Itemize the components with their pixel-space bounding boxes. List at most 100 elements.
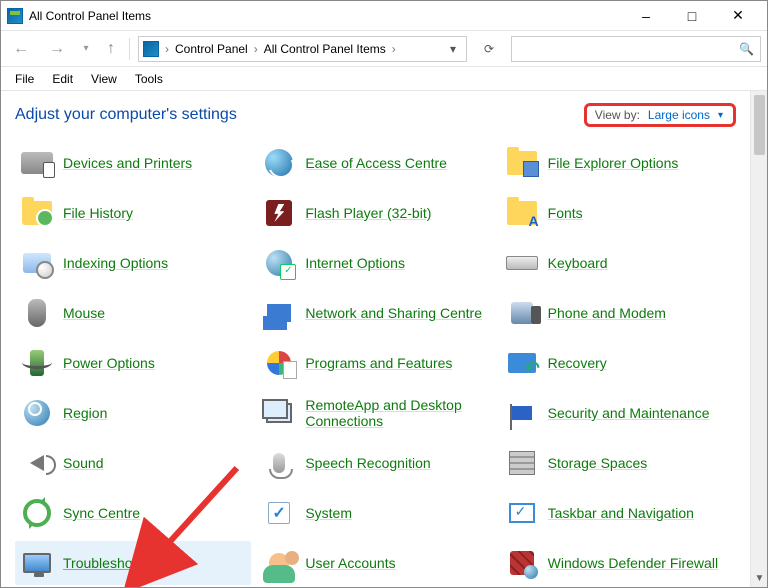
control-panel-icon	[143, 41, 159, 57]
cp-item-file-history[interactable]: File History	[15, 191, 251, 235]
breadcrumb-control-panel[interactable]: Control Panel	[175, 42, 248, 56]
cp-item-label: Taskbar and Navigation	[548, 505, 694, 521]
storage-spaces-icon	[506, 447, 538, 479]
cp-item-label: Storage Spaces	[548, 455, 648, 471]
content-area: Adjust your computer's settings View by:…	[1, 91, 767, 587]
cp-item-sync-centre[interactable]: Sync Centre	[15, 491, 251, 535]
cp-item-storage-spaces[interactable]: Storage Spaces	[500, 441, 736, 485]
address-bar[interactable]: › Control Panel › All Control Panel Item…	[138, 36, 467, 62]
internet-options-icon	[263, 247, 295, 279]
menu-bar: File Edit View Tools	[1, 67, 767, 91]
menu-file[interactable]: File	[7, 70, 42, 88]
up-button[interactable]: ↑	[101, 35, 121, 63]
scroll-thumb[interactable]	[754, 95, 765, 155]
sound-icon	[21, 447, 53, 479]
cp-item-speech[interactable]: Speech Recognition	[257, 441, 493, 485]
cp-item-indexing-options[interactable]: Indexing Options	[15, 241, 251, 285]
address-dropdown[interactable]: ▾	[444, 42, 462, 56]
cp-item-sound[interactable]: Sound	[15, 441, 251, 485]
cp-item-label: RemoteApp and Desktop Connections	[305, 397, 487, 429]
cp-item-label: Power Options	[63, 355, 155, 371]
scroll-down-button[interactable]: ▼	[751, 570, 768, 587]
cp-item-label: Sync Centre	[63, 505, 140, 521]
cp-item-label: Network and Sharing Centre	[305, 305, 482, 321]
search-input[interactable]: 🔍	[511, 36, 761, 62]
back-button[interactable]: ←	[7, 35, 35, 63]
cp-item-troubleshooting[interactable]: Troubleshooting	[15, 541, 251, 585]
cp-item-network-sharing[interactable]: Network and Sharing Centre	[257, 291, 493, 335]
cp-item-security-maintenance[interactable]: Security and Maintenance	[500, 391, 736, 435]
main-panel: Adjust your computer's settings View by:…	[1, 91, 750, 587]
minimize-button[interactable]: –	[623, 1, 669, 31]
menu-view[interactable]: View	[83, 70, 125, 88]
chevron-down-icon: ▾	[718, 110, 723, 121]
recovery-icon	[506, 347, 538, 379]
cp-item-programs-features[interactable]: Programs and Features	[257, 341, 493, 385]
user-accounts-icon	[263, 547, 295, 579]
main-header: Adjust your computer's settings View by:…	[15, 103, 736, 127]
cp-item-devices-and-printers[interactable]: Devices and Printers	[15, 141, 251, 185]
refresh-button[interactable]: ⟳	[475, 36, 503, 62]
phone-modem-icon	[506, 297, 538, 329]
indexing-options-icon	[21, 247, 53, 279]
cp-item-keyboard[interactable]: Keyboard	[500, 241, 736, 285]
programs-features-icon	[263, 347, 295, 379]
speech-icon	[263, 447, 295, 479]
cp-item-recovery[interactable]: Recovery	[500, 341, 736, 385]
app-icon	[7, 8, 23, 24]
forward-button[interactable]: →	[43, 35, 71, 63]
cp-item-label: Sound	[63, 455, 103, 471]
cp-item-user-accounts[interactable]: User Accounts	[257, 541, 493, 585]
cp-item-label: Internet Options	[305, 255, 405, 271]
flash-player-icon	[263, 197, 295, 229]
cp-item-taskbar-nav[interactable]: Taskbar and Navigation	[500, 491, 736, 535]
recent-locations-dropdown[interactable]: ▾	[79, 35, 93, 63]
cp-item-label: Mouse	[63, 305, 105, 321]
view-by-value: Large icons	[648, 108, 710, 122]
close-button[interactable]: ✕	[715, 1, 761, 31]
system-icon	[263, 497, 295, 529]
cp-item-ease-of-access-centre[interactable]: Ease of Access Centre	[257, 141, 493, 185]
cp-item-internet-options[interactable]: Internet Options	[257, 241, 493, 285]
keyboard-icon	[506, 247, 538, 279]
remoteapp-icon	[263, 397, 295, 429]
cp-item-remoteapp[interactable]: RemoteApp and Desktop Connections	[257, 391, 493, 435]
cp-item-label: File Explorer Options	[548, 155, 679, 171]
menu-edit[interactable]: Edit	[44, 70, 81, 88]
ease-of-access-centre-icon	[263, 147, 295, 179]
cp-item-label: System	[305, 505, 352, 521]
cp-item-mouse[interactable]: Mouse	[15, 291, 251, 335]
cp-item-label: Windows Defender Firewall	[548, 555, 718, 571]
cp-item-label: Devices and Printers	[63, 155, 192, 171]
vertical-scrollbar[interactable]: ▲ ▼	[750, 91, 767, 587]
breadcrumb-sep: ›	[252, 42, 260, 56]
control-panel-grid: Devices and Printers Ease of Access Centr…	[15, 141, 736, 585]
cp-item-fonts[interactable]: Fonts	[500, 191, 736, 235]
cp-item-label: Region	[63, 405, 107, 421]
cp-item-phone-modem[interactable]: Phone and Modem	[500, 291, 736, 335]
view-by-label: View by:	[595, 108, 640, 122]
window-controls: – □ ✕	[623, 1, 761, 31]
cp-item-label: Security and Maintenance	[548, 405, 710, 421]
region-icon	[21, 397, 53, 429]
cp-item-label: Keyboard	[548, 255, 608, 271]
menu-tools[interactable]: Tools	[127, 70, 171, 88]
search-icon: 🔍	[739, 42, 754, 56]
cp-item-defender-firewall[interactable]: Windows Defender Firewall	[500, 541, 736, 585]
title-bar: All Control Panel Items – □ ✕	[1, 1, 767, 31]
navigation-bar: ← → ▾ ↑ › Control Panel › All Control Pa…	[1, 31, 767, 67]
cp-item-system[interactable]: System	[257, 491, 493, 535]
cp-item-flash-player[interactable]: Flash Player (32-bit)	[257, 191, 493, 235]
network-sharing-icon	[263, 297, 295, 329]
cp-item-file-explorer-options[interactable]: File Explorer Options	[500, 141, 736, 185]
maximize-button[interactable]: □	[669, 1, 715, 31]
cp-item-region[interactable]: Region	[15, 391, 251, 435]
cp-item-label: Ease of Access Centre	[305, 155, 447, 171]
view-by-selector[interactable]: View by: Large icons ▾	[584, 103, 736, 127]
sync-centre-icon	[21, 497, 53, 529]
page-title: Adjust your computer's settings	[15, 106, 237, 124]
breadcrumb-all-items[interactable]: All Control Panel Items	[264, 42, 386, 56]
cp-item-power-options[interactable]: Power Options	[15, 341, 251, 385]
cp-item-label: Flash Player (32-bit)	[305, 205, 431, 221]
mouse-icon	[21, 297, 53, 329]
